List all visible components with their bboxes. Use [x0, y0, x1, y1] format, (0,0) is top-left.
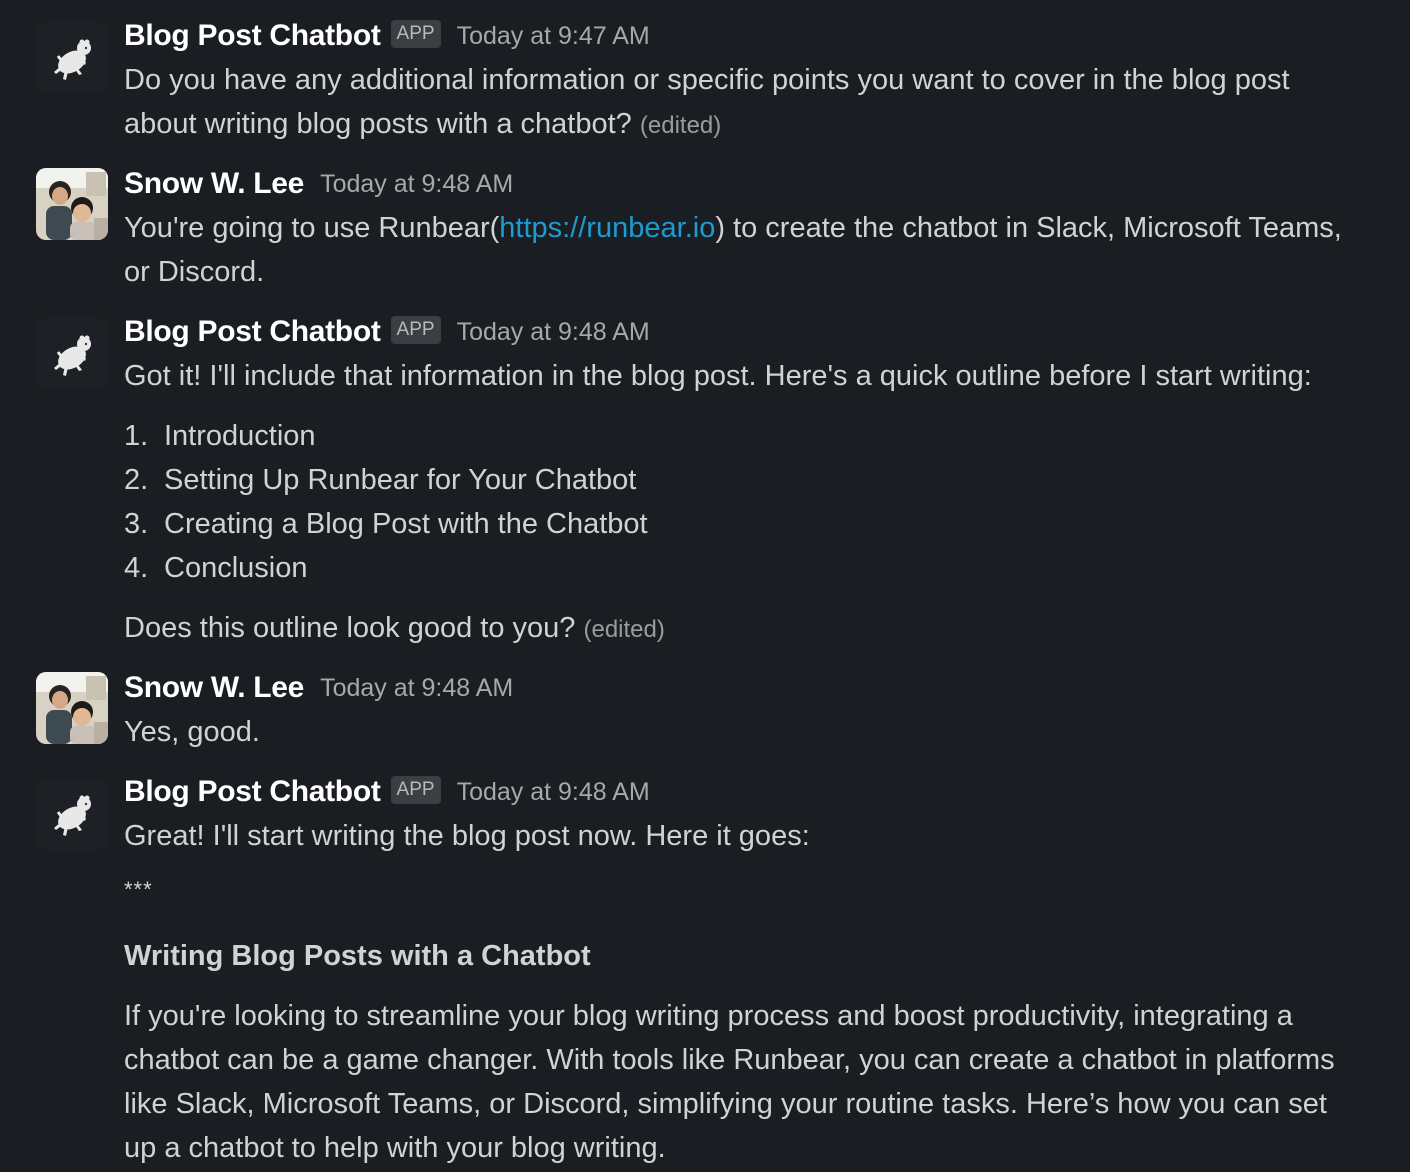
message-text: Great! I'll start writing the blog post …	[124, 820, 810, 852]
message-text: Yes, good.	[124, 716, 260, 748]
message-text: Got it! I'll include that information in…	[124, 360, 1312, 392]
message-text-closing: Does this outline look good to you? (edi…	[124, 612, 665, 644]
message-text-line-2: or Discord.	[124, 256, 265, 288]
list-item: 4. Conclusion	[124, 552, 308, 584]
running-polar-bear-icon	[36, 318, 108, 390]
app-badge: APP	[390, 316, 441, 344]
sender-name[interactable]: Snow W. Lee	[124, 671, 304, 705]
edited-label: (edited)	[639, 112, 722, 139]
edited-label: (edited)	[583, 616, 665, 643]
message-text: Do you have any additional information o…	[124, 64, 1290, 96]
message-text: You're going to use Runbear(https://runb…	[124, 212, 1342, 244]
sender-name[interactable]: Blog Post Chatbot	[124, 19, 381, 53]
user-photo-avatar	[36, 672, 108, 744]
app-badge: APP	[390, 20, 441, 48]
divider-stars: ***	[124, 877, 153, 902]
sender-name[interactable]: Snow W. Lee	[124, 167, 304, 201]
timestamp[interactable]: Today at 9:48 AM	[320, 170, 513, 199]
timestamp[interactable]: Today at 9:48 AM	[457, 318, 650, 347]
user-avatar[interactable]	[36, 672, 108, 744]
running-polar-bear-icon	[36, 778, 108, 850]
list-item: 2. Setting Up Runbear for Your Chatbot	[124, 464, 637, 496]
paragraph-line: chatbot can be a game changer. With tool…	[124, 1044, 1335, 1076]
running-polar-bear-icon	[36, 22, 108, 94]
paragraph-line: If you're looking to streamline your blo…	[124, 1000, 1293, 1032]
blog-heading: Writing Blog Posts with a Chatbot	[124, 940, 591, 972]
bot-avatar[interactable]	[36, 22, 108, 94]
runbear-link[interactable]: https://runbear.io	[499, 212, 715, 244]
paragraph-line: up a chatbot to help with your blog writ…	[124, 1132, 666, 1164]
user-photo-avatar	[36, 168, 108, 240]
timestamp[interactable]: Today at 9:48 AM	[320, 674, 513, 703]
app-badge: APP	[390, 776, 441, 804]
bot-avatar[interactable]	[36, 778, 108, 850]
sender-name[interactable]: Blog Post Chatbot	[124, 315, 381, 349]
list-item: 1. Introduction	[124, 420, 316, 452]
user-avatar[interactable]	[36, 168, 108, 240]
timestamp[interactable]: Today at 9:47 AM	[457, 22, 650, 51]
sender-name[interactable]: Blog Post Chatbot	[124, 775, 381, 809]
list-item: 3. Creating a Blog Post with the Chatbot	[124, 508, 648, 540]
bot-avatar[interactable]	[36, 318, 108, 390]
paragraph-line: like Slack, Microsoft Teams, or Discord,…	[124, 1088, 1327, 1120]
message-text-line-2: about writing blog posts with a chatbot?…	[124, 108, 722, 140]
timestamp[interactable]: Today at 9:48 AM	[457, 778, 650, 807]
